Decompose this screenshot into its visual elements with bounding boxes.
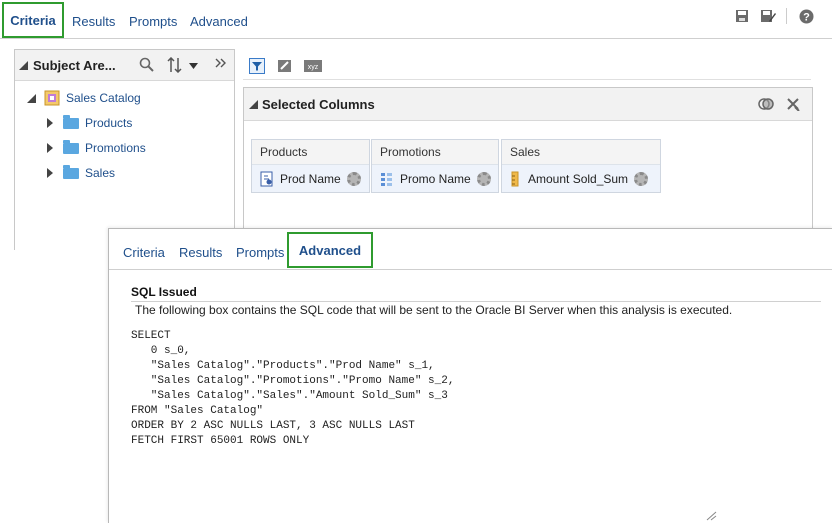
expand-panel-icon[interactable] — [215, 58, 227, 68]
column-header: Sales — [502, 140, 660, 165]
column-sales[interactable]: Sales Amount Sold_Sum — [501, 139, 661, 193]
tree-item-label: Promotions — [85, 141, 146, 155]
collapse-triangle-icon[interactable] — [27, 93, 36, 103]
folder-icon — [63, 164, 79, 179]
tree-item-label: Sales — [85, 166, 116, 180]
selected-columns-title: Selected Columns — [262, 97, 375, 112]
chevron-down-icon[interactable] — [189, 63, 198, 69]
gear-icon[interactable] — [634, 171, 649, 186]
collapse-triangle-icon[interactable] — [249, 100, 258, 109]
tab-criteria[interactable]: Criteria — [2, 2, 64, 38]
svg-text:?: ? — [803, 11, 810, 23]
tab-advanced[interactable]: Advanced — [190, 14, 248, 29]
column-label: Amount Sold_Sum — [528, 171, 629, 186]
catalog-icon — [44, 90, 60, 106]
subject-area-header: Subject Are... — [15, 50, 234, 81]
section-divider — [131, 301, 821, 302]
toolbar-divider — [243, 79, 811, 80]
hierarchy-icon — [381, 172, 392, 186]
folder-icon — [63, 114, 79, 129]
tree-item-products[interactable]: Products — [47, 114, 132, 132]
column-item[interactable]: Prod Name — [252, 165, 369, 192]
toolbar-divider — [786, 8, 787, 24]
help-icon[interactable]: ? — [798, 8, 814, 24]
expand-triangle-icon[interactable] — [47, 168, 53, 178]
tab-divider-line — [0, 38, 832, 39]
sql-description: The following box contains the SQL code … — [135, 303, 733, 317]
edit-formula-icon[interactable] — [276, 58, 294, 74]
column-header: Products — [252, 140, 369, 165]
attribute-icon — [260, 171, 273, 186]
tab-prompts[interactable]: Prompts — [129, 14, 177, 29]
save-as-icon[interactable] — [760, 8, 776, 24]
subject-area-title: Subject Are... — [33, 58, 116, 73]
save-icon[interactable] — [734, 8, 750, 24]
sql-code-box[interactable]: SELECT 0 s_0, "Sales Catalog"."Products"… — [131, 329, 721, 489]
selected-columns-panel: Selected Columns Products Prod Name Prom… — [243, 87, 813, 248]
column-header: Promotions — [372, 140, 498, 165]
tree-item-label: Products — [85, 116, 133, 130]
front-tab-bar: Criteria Results Prompts Advanced — [109, 229, 832, 269]
tab-criteria[interactable]: Criteria — [123, 245, 165, 260]
sql-issued-title: SQL Issued — [131, 285, 197, 299]
column-promotions[interactable]: Promotions Promo Name — [371, 139, 499, 193]
subject-area-panel: Subject Are... Sales Catalog Products Pr… — [14, 49, 235, 250]
gear-icon[interactable] — [346, 171, 361, 186]
tree-item-sales[interactable]: Sales — [47, 164, 115, 182]
tree-item-sales-catalog[interactable]: Sales Catalog — [27, 89, 141, 107]
tab-divider-line — [109, 269, 832, 270]
collapse-triangle-icon[interactable] — [19, 61, 28, 70]
tree-item-promotions[interactable]: Promotions — [47, 139, 146, 157]
folder-icon — [63, 139, 79, 154]
column-item[interactable]: Amount Sold_Sum — [502, 165, 660, 192]
expand-triangle-icon[interactable] — [47, 143, 53, 153]
remove-all-icon[interactable] — [786, 97, 800, 111]
advanced-tab-panel: Criteria Results Prompts Advanced SQL Is… — [108, 228, 832, 523]
tab-advanced[interactable]: Advanced — [287, 232, 373, 268]
tab-prompts[interactable]: Prompts — [236, 245, 284, 260]
xyz-icon[interactable]: xyz — [304, 58, 322, 74]
top-tab-bar: Criteria Results Prompts Advanced ? — [0, 0, 832, 40]
resize-grip-icon[interactable] — [705, 511, 717, 521]
sort-icon[interactable] — [167, 57, 185, 73]
column-label: Prod Name — [280, 171, 341, 186]
combine-icon[interactable] — [758, 97, 774, 111]
selected-columns-header: Selected Columns — [244, 88, 812, 121]
gear-icon[interactable] — [476, 171, 491, 186]
expand-triangle-icon[interactable] — [47, 118, 53, 128]
measure-icon — [511, 171, 519, 186]
filter-icon[interactable] — [248, 58, 266, 74]
column-label: Promo Name — [400, 171, 471, 186]
tab-results[interactable]: Results — [72, 14, 115, 29]
column-products[interactable]: Products Prod Name — [251, 139, 370, 193]
svg-text:xyz: xyz — [308, 64, 319, 71]
search-icon[interactable] — [139, 57, 154, 72]
tree-item-label: Sales Catalog — [66, 91, 141, 105]
column-item[interactable]: Promo Name — [372, 165, 498, 192]
tab-results[interactable]: Results — [179, 245, 222, 260]
